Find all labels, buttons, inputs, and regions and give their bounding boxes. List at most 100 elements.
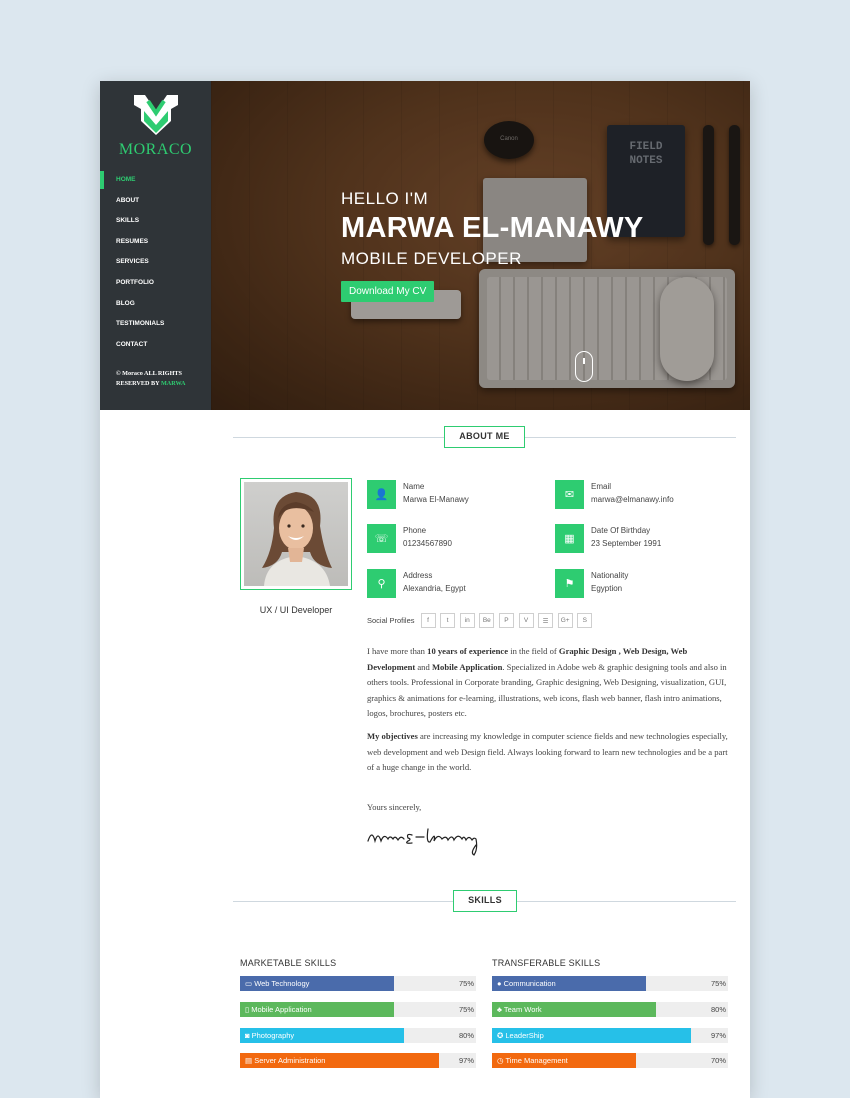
nav-item-portfolio[interactable]: PORTFOLIO [100,274,211,295]
phone-icon: ☏ [367,524,396,553]
nav-item-home[interactable]: HOME [100,171,211,192]
nav-item-about[interactable]: ABOUT [100,192,211,213]
info-value: Egyption [591,584,623,593]
about-section-title: ABOUT ME [444,426,525,448]
info-label: Email [591,482,612,491]
info-phone: ☏ Phone 01234567890 [367,524,547,554]
social-profiles-label: Social Profiles [367,616,415,625]
sign-off: Yours sincerely, [367,802,422,812]
skill-name: ▭ Web Technology [245,979,310,988]
info-value: 01234567890 [403,539,452,548]
facebook-icon[interactable]: f [420,613,436,628]
info-value: 23 September 1991 [591,539,662,548]
social-profiles: Social Profiles f t in Be P V ☰ G+ S [367,613,597,628]
sidebar: MORACO HOME ABOUT SKILLS RESUMES SERVICE… [100,81,211,410]
info-value: Alexandria, Egypt [403,584,466,593]
mobile-icon: ▯ [245,1004,250,1014]
profile-caption: UX / UI Developer [259,605,333,615]
skill-name: ▯ Mobile Application [245,1004,312,1014]
profile-photo [240,478,352,590]
bio-paragraph-1: I have more than 10 years of experience … [367,646,727,719]
nav-item-testimonials[interactable]: TESTIMONIALS [100,315,211,336]
skill-percent: 80% [458,1030,474,1040]
vimeo-icon[interactable]: V [518,613,534,628]
copyright-prefix: RESERVED BY [116,380,161,387]
skill-percent: 80% [710,1004,726,1014]
skill-bar: ◷ Time Management 70% [492,1053,728,1069]
info-value: Marwa El-Manawy [403,495,469,504]
camera-icon: ◙ [245,1030,250,1040]
linkedin-icon[interactable]: in [459,613,475,628]
info-birthday: ▦ Date Of Birthday 23 September 1991 [555,524,735,554]
info-label: Name [403,482,425,491]
skill-percent: 75% [710,979,726,988]
leadership-icon: ✪ [497,1030,504,1040]
hero-banner: Canon FIELD NOTES HELLO I'M MARWA EL-MAN… [211,81,750,410]
info-name: 👤 Name Marwa El-Manawy [367,480,547,510]
flag-icon: ⚑ [555,569,584,598]
pinterest-icon[interactable]: P [498,613,514,628]
info-label: Nationality [591,571,629,580]
skill-name: ◷ Time Management [497,1056,568,1066]
nav-item-contact[interactable]: CONTACT [100,336,211,357]
bio-text: I have more than 10 years of experience … [367,644,731,776]
chat-icon: ● [497,979,502,988]
email-link[interactable]: marwa@elmanawy.info [591,495,674,504]
google-plus-icon[interactable]: G+ [557,613,573,628]
skype-icon[interactable]: S [577,613,593,628]
resume-page: MORACO HOME ABOUT SKILLS RESUMES SERVICE… [100,81,750,1098]
skill-name: ▤ Server Administration [245,1056,326,1066]
skill-bar: ◙ Photography 80% [240,1027,476,1043]
hero-greeting: HELLO I'M [341,189,429,208]
skill-bar: ● Communication 75% [492,976,728,991]
copyright-line-1: © Moraco ALL RIGHTS [116,370,182,377]
signature-image [367,828,478,856]
hero-role: MOBILE DEVELOPER [341,249,522,268]
clock-icon: ◷ [497,1056,504,1066]
skill-name: ✪ LeaderShip [497,1030,544,1040]
marketable-skills: MARKETABLE SKILLS ▭ Web Technology 75% ▯… [240,958,476,1079]
skill-percent: 75% [458,1004,474,1014]
skill-percent: 97% [710,1030,726,1040]
info-label: Phone [403,526,427,535]
marketable-skills-title: MARKETABLE SKILLS [240,958,337,968]
server-icon: ▤ [245,1056,253,1066]
behance-icon[interactable]: Be [479,613,495,628]
nav-item-skills[interactable]: SKILLS [100,212,211,233]
nav-item-services[interactable]: SERVICES [100,253,211,274]
skill-bar: ▭ Web Technology 75% [240,976,476,991]
scroll-down-icon[interactable] [575,351,593,382]
twitter-icon[interactable]: t [440,613,456,628]
copyright-author-link[interactable]: MARWA [161,380,186,387]
skill-percent: 70% [710,1056,726,1066]
team-icon: ♣ [497,1004,502,1014]
skill-bar: ▤ Server Administration 97% [240,1053,476,1069]
hero-text: HELLO I'M MARWA EL-MANAWY MOBILE DEVELOP… [341,189,644,302]
nav-item-resumes[interactable]: RESUMES [100,233,211,254]
bio-paragraph-2: My objectives are increasing my knowledg… [367,730,728,773]
nav-item-blog[interactable]: BLOG [100,295,211,316]
skill-percent: 75% [458,979,474,988]
skill-bar: ♣ Team Work 80% [492,1001,728,1017]
user-icon: 👤 [367,480,396,509]
portrait-illustration [262,492,332,586]
info-email: ✉ Email marwa@elmanawy.info [555,480,735,510]
skill-name: ● Communication [497,979,556,988]
monitor-icon: ▭ [245,979,253,988]
skills-section-title: SKILLS [453,890,517,912]
calendar-icon: ▦ [555,524,584,553]
logo-text: MORACO [118,141,193,158]
transferable-skills-title: TRANSFERABLE SKILLS [492,958,601,968]
download-cv-button[interactable]: Download My CV [341,281,435,302]
logo[interactable]: MORACO [100,91,211,159]
info-nationality: ⚑ Nationality Egyption [555,569,735,599]
signature [366,823,498,862]
skill-bar: ✪ LeaderShip 97% [492,1027,728,1043]
info-address: ⚲ Address Alexandria, Egypt [367,569,547,599]
rss-icon[interactable]: ☰ [538,613,554,628]
email-icon: ✉ [555,480,584,509]
skill-name: ◙ Photography [245,1030,295,1040]
skill-bar: ▯ Mobile Application 75% [240,1001,476,1017]
map-pin-icon: ⚲ [367,569,396,598]
transferable-skills: TRANSFERABLE SKILLS ● Communication 75% … [492,958,728,1079]
